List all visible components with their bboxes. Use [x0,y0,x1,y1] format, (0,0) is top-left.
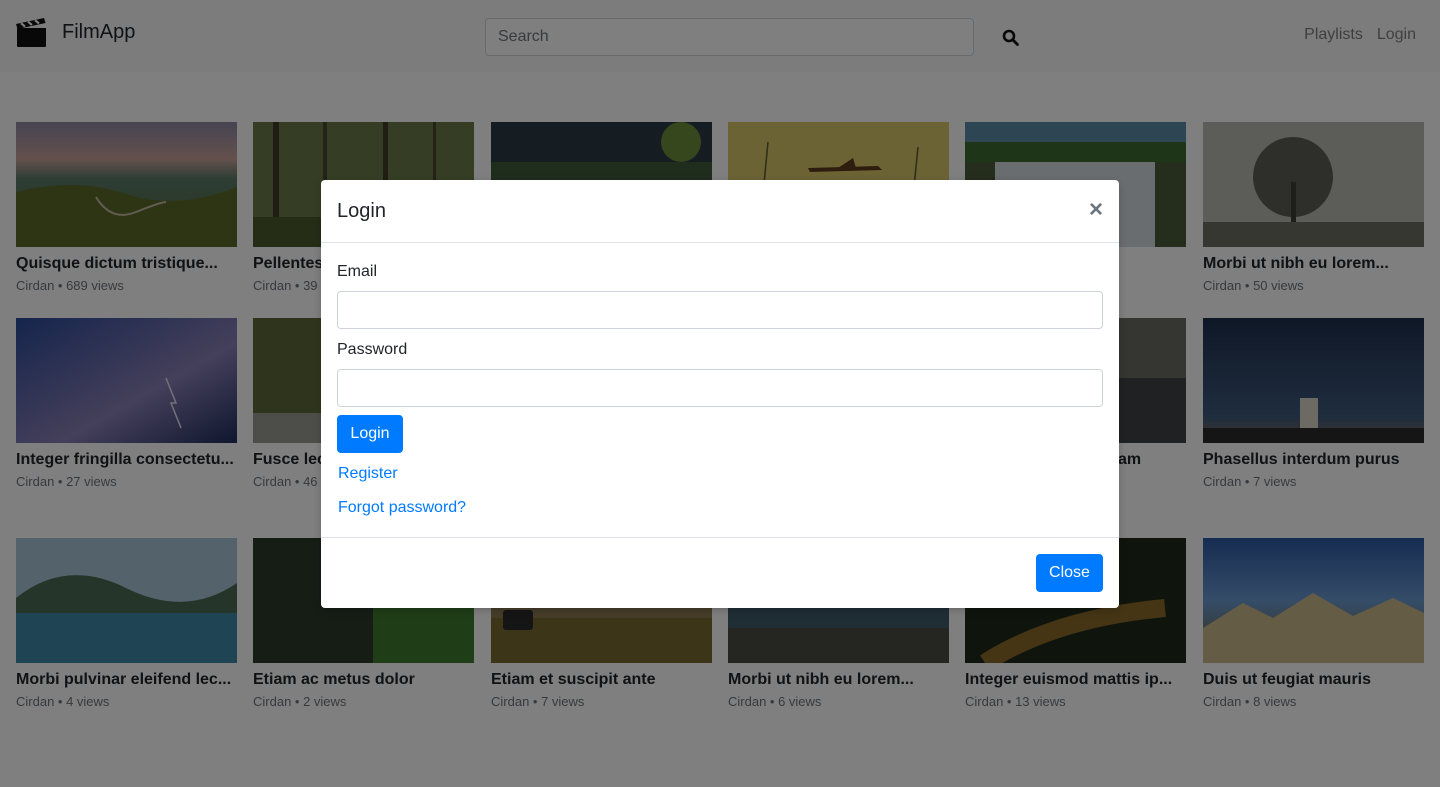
modal-header: Login × [321,180,1119,243]
modal-footer [321,537,1119,538]
close-button[interactable]: Close [1036,554,1103,592]
password-field[interactable] [337,369,1103,407]
register-link[interactable]: Register [338,464,398,484]
email-field[interactable] [337,291,1103,329]
close-icon[interactable]: × [1089,198,1103,222]
email-label: Email [337,263,378,280]
login-modal: Login × Email Password Login Register Fo… [321,180,1119,608]
login-button[interactable]: Login [337,415,403,453]
modal-title: Login [337,200,386,222]
password-label: Password [337,341,408,358]
forgot-password-link[interactable]: Forgot password? [338,498,466,518]
